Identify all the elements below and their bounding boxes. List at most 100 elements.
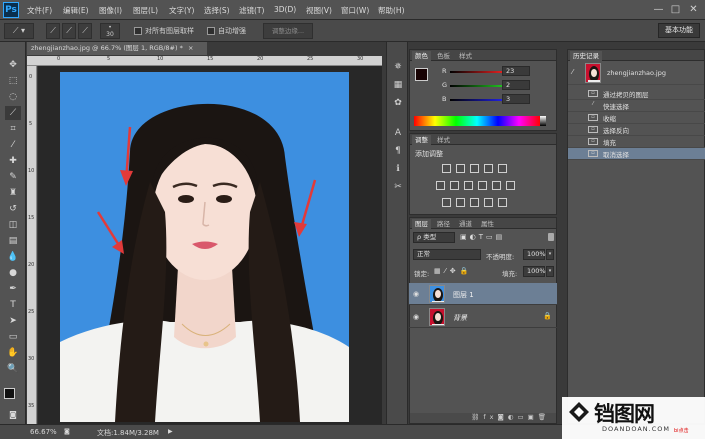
hue-saturation-icon[interactable] bbox=[436, 181, 445, 190]
fill-input[interactable]: 100% bbox=[523, 266, 546, 277]
menu-3d[interactable]: 3D(D) bbox=[274, 5, 296, 14]
color-panel-foreground[interactable] bbox=[415, 68, 428, 81]
visibility-eye-icon[interactable]: ◉ bbox=[413, 313, 421, 321]
channel-b-value[interactable]: 3 bbox=[502, 94, 530, 104]
gradient-map-icon[interactable] bbox=[484, 198, 493, 207]
levels-icon[interactable] bbox=[456, 164, 465, 173]
tab-styles[interactable]: 样式 bbox=[456, 51, 475, 61]
threshold-icon[interactable] bbox=[470, 198, 479, 207]
visibility-eye-icon[interactable]: ◉ bbox=[413, 290, 421, 298]
filter-toggle-icon[interactable] bbox=[548, 233, 554, 241]
foreground-color-swatch[interactable] bbox=[4, 388, 15, 399]
exposure-icon[interactable] bbox=[484, 164, 493, 173]
minimize-icon[interactable]: — bbox=[652, 3, 665, 16]
document-tab[interactable]: zhengjianzhao.jpg @ 66.7% (图层 1, RGB/8#)… bbox=[27, 42, 207, 55]
dodge-tool-icon[interactable]: ● bbox=[5, 266, 21, 280]
curves-icon[interactable] bbox=[470, 164, 479, 173]
tab-channels[interactable]: 通道 bbox=[456, 219, 475, 229]
opacity-dropdown-icon[interactable]: ▾ bbox=[546, 249, 554, 260]
layer-name[interactable]: 图层 1 bbox=[453, 290, 474, 300]
menu-layer[interactable]: 图层(L) bbox=[133, 5, 158, 16]
tab-color[interactable]: 颜色 bbox=[412, 51, 431, 61]
color-lookup-icon[interactable] bbox=[506, 181, 515, 190]
menu-file[interactable]: 文件(F) bbox=[27, 5, 52, 16]
status-info-icon[interactable]: ◙ bbox=[64, 428, 70, 435]
tab-history[interactable]: 历史记录 bbox=[570, 51, 602, 61]
lock-icons[interactable]: ▦⁄✥🔒 bbox=[434, 267, 472, 275]
sample-all-layers-checkbox[interactable] bbox=[134, 27, 142, 35]
brush-panel-icon[interactable]: ✿ bbox=[390, 96, 406, 110]
channel-g-slider[interactable] bbox=[450, 85, 502, 87]
layers-footer-icons[interactable]: ⛓fx◙◐▭▣🗑 bbox=[410, 413, 556, 423]
character-panel-icon[interactable]: A bbox=[390, 126, 406, 140]
history-step[interactable]: ▫ 通过拷贝的图层 bbox=[568, 88, 705, 100]
history-snapshot-row[interactable]: ⁄ zhengjianzhao.jpg bbox=[568, 61, 704, 85]
brush-tool-icon[interactable]: ✎ bbox=[5, 170, 21, 184]
channel-g-value[interactable]: 2 bbox=[502, 80, 530, 90]
selective-color-icon[interactable] bbox=[498, 198, 507, 207]
layer-filter-icons[interactable]: ▣◐T▭▤ bbox=[460, 233, 505, 241]
menu-filter[interactable]: 滤镜(T) bbox=[239, 5, 264, 16]
posterize-icon[interactable] bbox=[456, 198, 465, 207]
fill-dropdown-icon[interactable]: ▾ bbox=[546, 266, 554, 277]
brightness-icon[interactable] bbox=[442, 164, 451, 173]
lasso-tool-icon[interactable]: ◌ bbox=[5, 90, 21, 104]
gradient-tool-icon[interactable]: ▤ bbox=[5, 234, 21, 248]
info-panel-icon[interactable]: ℹ bbox=[390, 162, 406, 176]
quick-mask-icon[interactable]: ◙ bbox=[5, 408, 21, 422]
photo-filter-icon[interactable] bbox=[478, 181, 487, 190]
color-balance-icon[interactable] bbox=[450, 181, 459, 190]
history-step[interactable]: ▫ 选择反向 bbox=[568, 124, 705, 136]
menu-view[interactable]: 视图(V) bbox=[306, 5, 332, 16]
maximize-icon[interactable]: □ bbox=[669, 3, 682, 16]
tab-properties[interactable]: 属性 bbox=[478, 219, 497, 229]
workspace-switcher[interactable]: 基本功能 bbox=[658, 23, 700, 38]
eraser-tool-icon[interactable]: ◫ bbox=[5, 218, 21, 232]
quick-select-tool-preset-icon[interactable]: ⟋ ▾ bbox=[4, 23, 34, 39]
history-step[interactable]: ▫ 填充 bbox=[568, 136, 705, 148]
portrait-photo[interactable] bbox=[60, 72, 349, 422]
history-step[interactable]: ▫ 收缩 bbox=[568, 112, 705, 124]
type-tool-icon[interactable]: T bbox=[5, 298, 21, 312]
channel-r-value[interactable]: 23 bbox=[502, 66, 530, 76]
grayscale-ramp[interactable] bbox=[540, 116, 546, 126]
menu-image[interactable]: 图像(I) bbox=[99, 5, 122, 16]
paragraph-panel-icon[interactable]: ¶ bbox=[390, 144, 406, 158]
channel-mixer-icon[interactable] bbox=[492, 181, 501, 190]
opacity-input[interactable]: 100% bbox=[523, 249, 546, 260]
history-brush-tool-icon[interactable]: ↺ bbox=[5, 202, 21, 216]
auto-enhance-checkbox[interactable] bbox=[207, 27, 215, 35]
history-step-selected[interactable]: ▫ 取消选择 bbox=[568, 148, 705, 160]
menu-type[interactable]: 文字(Y) bbox=[169, 5, 194, 16]
layer-row[interactable]: ◉ 图层 1 bbox=[409, 283, 557, 305]
menu-select[interactable]: 选择(S) bbox=[204, 5, 230, 16]
hand-tool-icon[interactable]: ✋ bbox=[5, 346, 21, 360]
menu-edit[interactable]: 编辑(E) bbox=[63, 5, 89, 16]
blend-mode-select[interactable]: 正常 bbox=[413, 249, 481, 260]
new-selection-icon[interactable]: ⟋ bbox=[46, 23, 60, 39]
tab-paths[interactable]: 路径 bbox=[434, 219, 453, 229]
clone-stamp-tool-icon[interactable]: ♜ bbox=[5, 186, 21, 200]
zoom-level[interactable]: 66.67% bbox=[30, 428, 57, 436]
marquee-tool-icon[interactable]: ⬚ bbox=[5, 74, 21, 88]
layer-row[interactable]: ◉ 背景 🔒 bbox=[409, 306, 557, 328]
healing-brush-tool-icon[interactable]: ✚ bbox=[5, 154, 21, 168]
menu-help[interactable]: 帮助(H) bbox=[378, 5, 405, 16]
layer-filter-kind[interactable]: ρ 类型 bbox=[413, 232, 455, 243]
invert-icon[interactable] bbox=[442, 198, 451, 207]
channel-r-slider[interactable] bbox=[450, 71, 502, 73]
close-window-icon[interactable]: ✕ bbox=[687, 3, 700, 16]
add-to-selection-icon[interactable]: ⟋ bbox=[62, 23, 76, 39]
document-close-icon[interactable]: × bbox=[188, 44, 193, 52]
pen-tool-icon[interactable]: ✒ bbox=[5, 282, 21, 296]
status-menu-arrow[interactable]: ▶ bbox=[168, 428, 173, 435]
quick-selection-tool-icon[interactable]: ⟋ bbox=[5, 106, 21, 120]
layer-name[interactable]: 背景 bbox=[453, 313, 467, 323]
rectangle-tool-icon[interactable]: ▭ bbox=[5, 330, 21, 344]
move-tool-icon[interactable]: ✥ bbox=[5, 58, 21, 72]
blur-tool-icon[interactable]: 💧 bbox=[5, 250, 21, 264]
tab-layers[interactable]: 图层 bbox=[412, 219, 431, 229]
color-spectrum-ramp[interactable] bbox=[414, 116, 540, 126]
tab-swatches[interactable]: 色板 bbox=[434, 51, 453, 61]
refine-edge-button[interactable]: 调整边缘... bbox=[263, 23, 313, 39]
